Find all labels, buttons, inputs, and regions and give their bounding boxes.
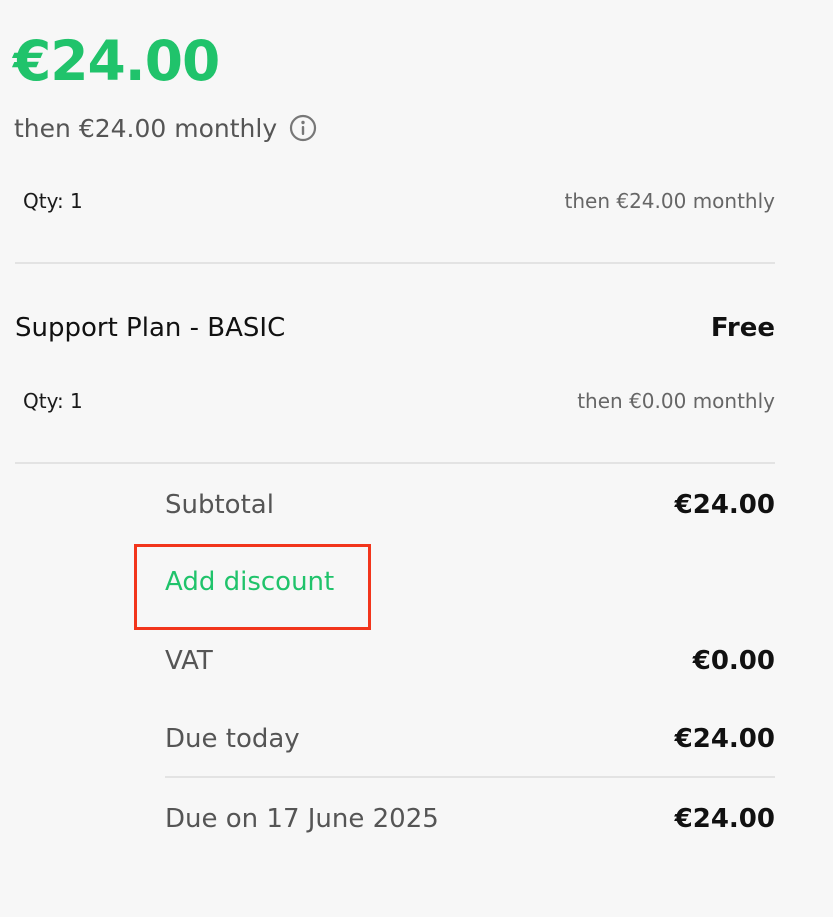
line-item-qty: Qty: 1 [23, 189, 83, 213]
due-today-value: €24.00 [674, 724, 775, 754]
info-circle-icon[interactable] [289, 114, 317, 142]
add-discount-link[interactable]: Add discount [165, 567, 334, 597]
total-price: €24.00 [13, 29, 220, 93]
line-item-recurring: then €24.00 monthly [564, 189, 776, 213]
due-later-label: Due on 17 June 2025 [165, 804, 439, 834]
due-today-row: Due today €24.00 [165, 721, 775, 757]
due-today-label: Due today [165, 724, 300, 754]
due-later-value: €24.00 [674, 804, 775, 834]
line-item-qty: Qty: 1 [23, 389, 83, 413]
divider [165, 776, 775, 778]
divider [15, 462, 775, 464]
line-item-recurring: then €0.00 monthly [577, 389, 775, 413]
subtotal-value: €24.00 [674, 490, 775, 520]
vat-label: VAT [165, 646, 213, 676]
subtotal-row: Subtotal €24.00 [165, 487, 775, 523]
subtotal-label: Subtotal [165, 490, 274, 520]
line-item-2-row: Support Plan - BASIC Free [15, 310, 775, 346]
divider [15, 262, 775, 264]
vat-row: VAT €0.00 [165, 643, 775, 679]
due-later-row: Due on 17 June 2025 €24.00 [165, 801, 775, 837]
line-item-2-qty-row: Qty: 1 then €0.00 monthly [15, 386, 775, 416]
vat-value: €0.00 [692, 646, 775, 676]
price-subtitle: then €24.00 monthly [14, 111, 317, 145]
line-item-price: Free [710, 313, 775, 343]
line-item-1-qty-row: Qty: 1 then €24.00 monthly [15, 186, 775, 216]
recurring-price-text: then €24.00 monthly [14, 113, 278, 143]
line-item-name: Support Plan - BASIC [15, 313, 286, 343]
